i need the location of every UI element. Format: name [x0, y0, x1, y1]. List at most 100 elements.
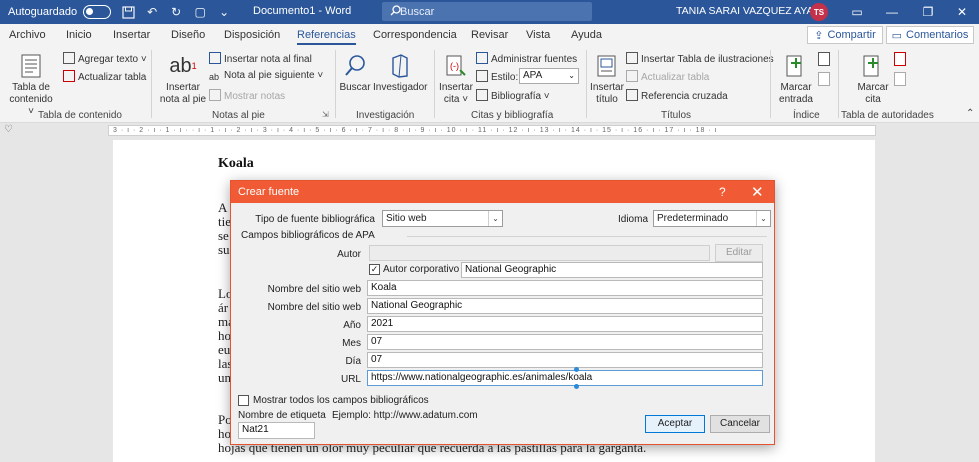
tab-revisar[interactable]: Revisar	[471, 29, 508, 41]
edit-button[interactable]: Editar	[715, 244, 763, 262]
mark-citation-icon	[860, 52, 886, 80]
show-all-fields-checkbox[interactable]	[238, 395, 249, 406]
tab-ayuda[interactable]: Ayuda	[571, 29, 602, 41]
mark-entry-button[interactable]: Marcar entrada	[776, 52, 816, 106]
next-footnote-button[interactable]: ab Nota al pie siguiente ˅	[209, 70, 323, 83]
tab-stop-icon[interactable]: ♡	[4, 124, 13, 135]
avatar[interactable]: TS	[810, 3, 828, 21]
document-heading: Koala	[218, 156, 254, 171]
language-select[interactable]: Predeterminado ⌄	[653, 210, 771, 227]
tab-insertar[interactable]: Insertar	[113, 29, 150, 41]
help-button[interactable]: ?	[719, 185, 726, 199]
month-field[interactable]: 07	[367, 334, 763, 350]
ok-button[interactable]: Aceptar	[645, 415, 705, 433]
ribbon-display-icon[interactable]: ▭	[839, 0, 875, 24]
group-separator	[434, 50, 435, 118]
search-box[interactable]: Buscar	[382, 2, 592, 21]
citation-style-select[interactable]: APA ⌄	[519, 68, 579, 84]
search-research-button[interactable]: Buscar	[339, 52, 371, 94]
group-separator	[838, 50, 839, 118]
tag-name-field[interactable]: Nat21	[238, 422, 315, 439]
insert-index-icon[interactable]	[818, 52, 830, 66]
mark-citation-button[interactable]: Marcar cita	[853, 52, 893, 106]
quick-access-icon[interactable]: ▢	[193, 5, 207, 19]
tab-disposicion[interactable]: Disposición	[224, 29, 280, 41]
example-text: Ejemplo: http://www.adatum.com	[332, 410, 478, 421]
tab-diseno[interactable]: Diseño	[171, 29, 205, 41]
autosave-toggle[interactable]	[83, 5, 112, 19]
search-magnifier-icon	[342, 52, 368, 80]
researcher-button[interactable]: Investigador	[373, 52, 427, 94]
site-name-field[interactable]: National Geographic	[367, 298, 763, 314]
group-label-authorities: Tabla de autoridades	[841, 110, 934, 121]
restore-icon[interactable]: ❐	[910, 0, 946, 24]
tab-referencias[interactable]: Referencias	[297, 29, 356, 45]
insert-endnote-button[interactable]: Insertar nota al final	[209, 52, 312, 66]
ruler-scale[interactable]: 3 · ı · 2 · ı · 1 · ı · · ı · 1 · ı · 2 …	[108, 125, 876, 136]
cancel-button[interactable]: Cancelar	[710, 415, 770, 433]
dialog-launcher-icon[interactable]: ⇲	[322, 110, 329, 119]
redo-icon[interactable]: ↻	[169, 5, 183, 19]
close-window-icon[interactable]: ✕	[944, 0, 979, 24]
page-name-field[interactable]: Koala	[367, 280, 763, 296]
group-label-toc: Tabla de contenido	[38, 110, 122, 121]
text-caret-handle[interactable]	[574, 367, 579, 372]
collapse-ribbon-icon[interactable]: ⌃	[966, 108, 974, 119]
source-type-select[interactable]: Sitio web ⌄	[382, 210, 503, 227]
url-field[interactable]: https://www.nationalgeographic.es/animal…	[367, 370, 763, 386]
table-figures-icon	[626, 52, 638, 64]
page-name-label: Nombre del sitio web	[267, 284, 361, 295]
table-of-contents-button[interactable]: Tabla de contenido ˅	[6, 52, 56, 118]
corporate-author-field[interactable]: National Geographic	[461, 262, 763, 278]
corporate-author-checkbox[interactable]: ✓	[369, 264, 380, 275]
author-field[interactable]	[369, 245, 710, 261]
language-value: Predeterminado	[657, 213, 729, 224]
dialog-title-bar[interactable]: Crear fuente ? ✕	[231, 181, 774, 203]
group-label-captions: Títulos	[661, 110, 692, 121]
insert-citation-button[interactable]: (-) Insertar cita ˅	[438, 52, 474, 106]
year-field[interactable]: 2021	[367, 316, 763, 332]
year-label: Año	[343, 320, 361, 331]
save-icon[interactable]	[121, 5, 135, 19]
tab-vista[interactable]: Vista	[526, 29, 550, 41]
insert-footnote-button[interactable]: ab 1 Insertar nota al pie	[158, 52, 208, 106]
bibliography-label: Bibliografía ˅	[491, 91, 550, 102]
comments-button[interactable]: ▭ Comentarios	[886, 26, 974, 44]
update-toc-button[interactable]: Actualizar tabla	[63, 70, 146, 84]
tab-inicio[interactable]: Inicio	[66, 29, 92, 41]
cross-reference-button[interactable]: Referencia cruzada	[626, 89, 728, 103]
day-field[interactable]: 07	[367, 352, 763, 368]
undo-icon[interactable]: ↶	[145, 5, 159, 19]
update-authorities-icon[interactable]	[894, 72, 906, 86]
text-caret-handle[interactable]	[574, 384, 579, 389]
ruler: ♡ 3 · ı · 2 · ı · 1 · ı · · ı · 1 · ı · …	[0, 123, 979, 138]
bibliography-button[interactable]: Bibliografía ˅	[476, 89, 550, 103]
manage-sources-label: Administrar fuentes	[491, 54, 578, 65]
next-footnote-icon: ab	[209, 72, 220, 82]
show-notes-button[interactable]: Mostrar notas	[209, 89, 285, 103]
show-notes-icon	[209, 89, 221, 101]
tab-correspondencia[interactable]: Correspondencia	[373, 29, 457, 41]
group-separator	[151, 50, 152, 118]
share-button[interactable]: ⇪ Compartir	[807, 26, 883, 44]
update-index-icon[interactable]	[818, 72, 830, 86]
manage-sources-button[interactable]: Administrar fuentes	[476, 52, 577, 66]
insert-authorities-icon[interactable]	[894, 52, 906, 66]
minimize-icon[interactable]: —	[874, 0, 910, 24]
close-icon[interactable]: ✕	[751, 183, 764, 201]
insert-citation-label-2: cita ˅	[443, 94, 469, 105]
url-label: URL	[340, 374, 361, 385]
corporate-author-label: Autor corporativo	[383, 264, 460, 275]
customize-chevron-icon[interactable]: ⌄	[217, 5, 231, 19]
group-separator	[335, 50, 336, 118]
source-type-value: Sitio web	[386, 213, 427, 224]
insert-caption-button[interactable]: Insertar título	[589, 52, 625, 106]
user-name[interactable]: TANIA SARAI VAZQUEZ AYALA	[676, 5, 826, 17]
insert-table-figures-button[interactable]: Insertar Tabla de ilustraciones	[626, 52, 774, 66]
citation-style-value: APA	[523, 70, 543, 81]
section-divider	[407, 236, 767, 237]
autosave-label: Autoguardado	[8, 6, 78, 18]
tab-archivo[interactable]: Archivo	[9, 29, 46, 41]
update-figures-table-button[interactable]: Actualizar tabla	[626, 70, 709, 84]
add-text-button[interactable]: Agregar texto ˅	[63, 52, 147, 66]
